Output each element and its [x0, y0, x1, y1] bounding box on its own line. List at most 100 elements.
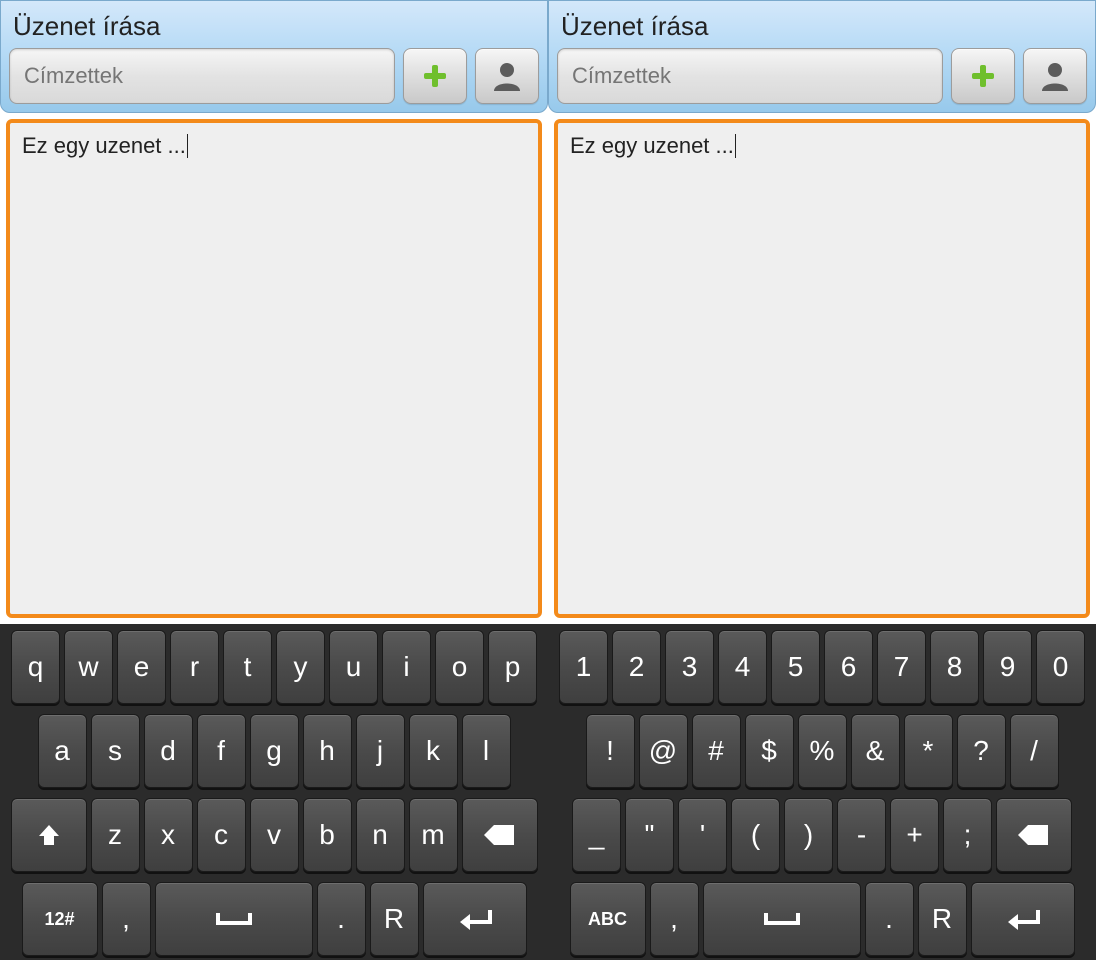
- space-icon: [762, 911, 802, 927]
- kbd-row-2: ! @ # $ % & * ? /: [552, 714, 1092, 788]
- key-j[interactable]: j: [356, 714, 405, 788]
- key-w[interactable]: w: [64, 630, 113, 704]
- key-a[interactable]: a: [38, 714, 87, 788]
- key-plus[interactable]: +: [890, 798, 939, 872]
- message-input[interactable]: Ez egy uzenet ...: [6, 119, 542, 618]
- key-lparen[interactable]: (: [731, 798, 780, 872]
- key-dquote[interactable]: ": [625, 798, 674, 872]
- text-cursor: [187, 134, 188, 158]
- message-text: Ez egy uzenet ...: [570, 133, 734, 158]
- key-p[interactable]: p: [488, 630, 537, 704]
- key-0[interactable]: 0: [1036, 630, 1085, 704]
- message-text: Ez egy uzenet ...: [22, 133, 186, 158]
- key-l[interactable]: l: [462, 714, 511, 788]
- key-v[interactable]: v: [250, 798, 299, 872]
- compose-screen-alpha: Üzenet írása Ez egy uzenet ... q: [0, 0, 548, 960]
- key-period[interactable]: .: [317, 882, 366, 956]
- key-exclaim[interactable]: !: [586, 714, 635, 788]
- key-comma[interactable]: ,: [102, 882, 151, 956]
- key-percent[interactable]: %: [798, 714, 847, 788]
- key-n[interactable]: n: [356, 798, 405, 872]
- key-e[interactable]: e: [117, 630, 166, 704]
- key-1[interactable]: 1: [559, 630, 608, 704]
- enter-icon: [458, 908, 492, 930]
- key-h[interactable]: h: [303, 714, 352, 788]
- key-backspace[interactable]: [462, 798, 538, 872]
- person-icon: [1038, 59, 1072, 93]
- screen-title: Üzenet írása: [557, 7, 1087, 48]
- key-c[interactable]: c: [197, 798, 246, 872]
- recipients-input[interactable]: [9, 48, 395, 104]
- key-q[interactable]: q: [11, 630, 60, 704]
- compose-header: Üzenet írása: [0, 0, 548, 113]
- add-recipient-button[interactable]: [403, 48, 467, 104]
- key-hash[interactable]: #: [692, 714, 741, 788]
- person-icon: [490, 59, 524, 93]
- key-backspace[interactable]: [996, 798, 1072, 872]
- key-shift[interactable]: [11, 798, 87, 872]
- key-t[interactable]: t: [223, 630, 272, 704]
- message-input[interactable]: Ez egy uzenet ...: [554, 119, 1090, 618]
- key-enter[interactable]: [423, 882, 527, 956]
- kbd-row-3: z x c v b n m: [4, 798, 544, 872]
- key-9[interactable]: 9: [983, 630, 1032, 704]
- compose-header: Üzenet írása: [548, 0, 1096, 113]
- pick-contact-button[interactable]: [475, 48, 539, 104]
- key-u[interactable]: u: [329, 630, 378, 704]
- plus-icon: [969, 62, 997, 90]
- key-s[interactable]: s: [91, 714, 140, 788]
- pick-contact-button[interactable]: [1023, 48, 1087, 104]
- keyboard-symbols: 1 2 3 4 5 6 7 8 9 0 ! @ # $ % & * ? / _ …: [548, 624, 1096, 960]
- add-recipient-button[interactable]: [951, 48, 1015, 104]
- key-8[interactable]: 8: [930, 630, 979, 704]
- key-period[interactable]: .: [865, 882, 914, 956]
- key-g[interactable]: g: [250, 714, 299, 788]
- kbd-row-4: 12# , . R: [4, 882, 544, 956]
- key-at[interactable]: @: [639, 714, 688, 788]
- plus-icon: [421, 62, 449, 90]
- key-b[interactable]: b: [303, 798, 352, 872]
- key-m[interactable]: m: [409, 798, 458, 872]
- kbd-row-3: _ " ' ( ) - + ;: [552, 798, 1092, 872]
- key-minus[interactable]: -: [837, 798, 886, 872]
- key-3[interactable]: 3: [665, 630, 714, 704]
- key-space[interactable]: [155, 882, 313, 956]
- key-return-label[interactable]: R: [370, 882, 419, 956]
- kbd-row-4: ABC , . R: [552, 882, 1092, 956]
- key-f[interactable]: f: [197, 714, 246, 788]
- key-star[interactable]: *: [904, 714, 953, 788]
- key-k[interactable]: k: [409, 714, 458, 788]
- key-z[interactable]: z: [91, 798, 140, 872]
- key-return-label[interactable]: R: [918, 882, 967, 956]
- recipients-row: [9, 48, 539, 104]
- compose-screen-symbols: Üzenet írása Ez egy uzenet ... 1: [548, 0, 1096, 960]
- key-comma[interactable]: ,: [650, 882, 699, 956]
- key-squote[interactable]: ': [678, 798, 727, 872]
- key-o[interactable]: o: [435, 630, 484, 704]
- key-d[interactable]: d: [144, 714, 193, 788]
- recipients-input[interactable]: [557, 48, 943, 104]
- key-7[interactable]: 7: [877, 630, 926, 704]
- key-dollar[interactable]: $: [745, 714, 794, 788]
- key-rparen[interactable]: ): [784, 798, 833, 872]
- key-x[interactable]: x: [144, 798, 193, 872]
- key-mode-switch[interactable]: 12#: [22, 882, 98, 956]
- text-cursor: [735, 134, 736, 158]
- key-underscore[interactable]: _: [572, 798, 621, 872]
- key-space[interactable]: [703, 882, 861, 956]
- key-i[interactable]: i: [382, 630, 431, 704]
- key-y[interactable]: y: [276, 630, 325, 704]
- key-amp[interactable]: &: [851, 714, 900, 788]
- key-mode-switch[interactable]: ABC: [570, 882, 646, 956]
- key-question[interactable]: ?: [957, 714, 1006, 788]
- key-enter[interactable]: [971, 882, 1075, 956]
- key-slash[interactable]: /: [1010, 714, 1059, 788]
- key-4[interactable]: 4: [718, 630, 767, 704]
- key-semicolon[interactable]: ;: [943, 798, 992, 872]
- key-r[interactable]: r: [170, 630, 219, 704]
- message-area: Ez egy uzenet ...: [548, 113, 1096, 624]
- key-2[interactable]: 2: [612, 630, 661, 704]
- key-5[interactable]: 5: [771, 630, 820, 704]
- recipients-row: [557, 48, 1087, 104]
- key-6[interactable]: 6: [824, 630, 873, 704]
